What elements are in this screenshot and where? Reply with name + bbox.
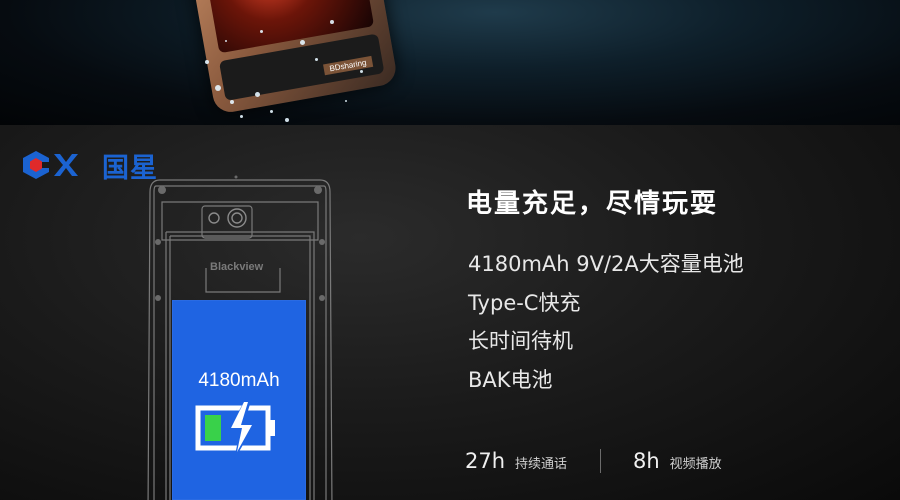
product-page: BDsharing CX 国星 Blackview 4180mAh 电量充足，尽…	[0, 0, 900, 500]
battery-capacity-label: 4180mAh	[198, 370, 280, 391]
feature-item: 长时间待机	[468, 329, 573, 353]
brand-logo: CX 国星	[20, 149, 158, 184]
stat-label: 视频播放	[669, 457, 722, 472]
feature-item: Type-C快充	[468, 290, 581, 315]
water-bubble	[330, 20, 334, 24]
section-heading: 电量充足，尽情玩耍	[466, 189, 719, 219]
water-bubble	[225, 40, 227, 42]
stat-label: 持续通话	[515, 457, 568, 472]
hero-phone-image: BDsharing	[186, 0, 399, 115]
feature-item: 4180mAh 9V/2A大容量电池	[468, 252, 744, 276]
water-bubble	[240, 115, 243, 118]
stat-divider	[600, 449, 601, 473]
battery-charging-icon	[195, 398, 275, 460]
water-bubble	[345, 100, 347, 102]
water-bubble	[205, 60, 209, 64]
water-bubble	[260, 30, 263, 33]
stat-video-playback: 8h 视频播放	[633, 449, 722, 473]
water-bubble	[270, 110, 273, 113]
water-bubble	[285, 118, 289, 122]
water-bubble	[230, 100, 234, 104]
feature-item: BAK电池	[468, 367, 553, 392]
logo-mark-text: CX	[20, 149, 22, 150]
stat-value: 27h	[465, 449, 506, 473]
cx-logo-icon: CX	[20, 149, 78, 179]
water-bubble	[215, 85, 221, 91]
water-bubble	[360, 70, 363, 73]
battery-screen: 4180mAh	[172, 300, 306, 500]
water-bubble	[315, 58, 318, 61]
phone-drawing-brand-label: Blackview	[210, 261, 264, 273]
water-bubble	[300, 40, 305, 45]
feature-list: 4180mAh 9V/2A大容量电池 Type-C快充 长时间待机 BAK电池	[468, 248, 744, 402]
stat-value: 8h	[633, 449, 660, 473]
water-bubble	[255, 92, 260, 97]
stat-talk-time: 27h 持续通话	[465, 449, 567, 473]
hero-image: BDsharing	[0, 0, 900, 125]
